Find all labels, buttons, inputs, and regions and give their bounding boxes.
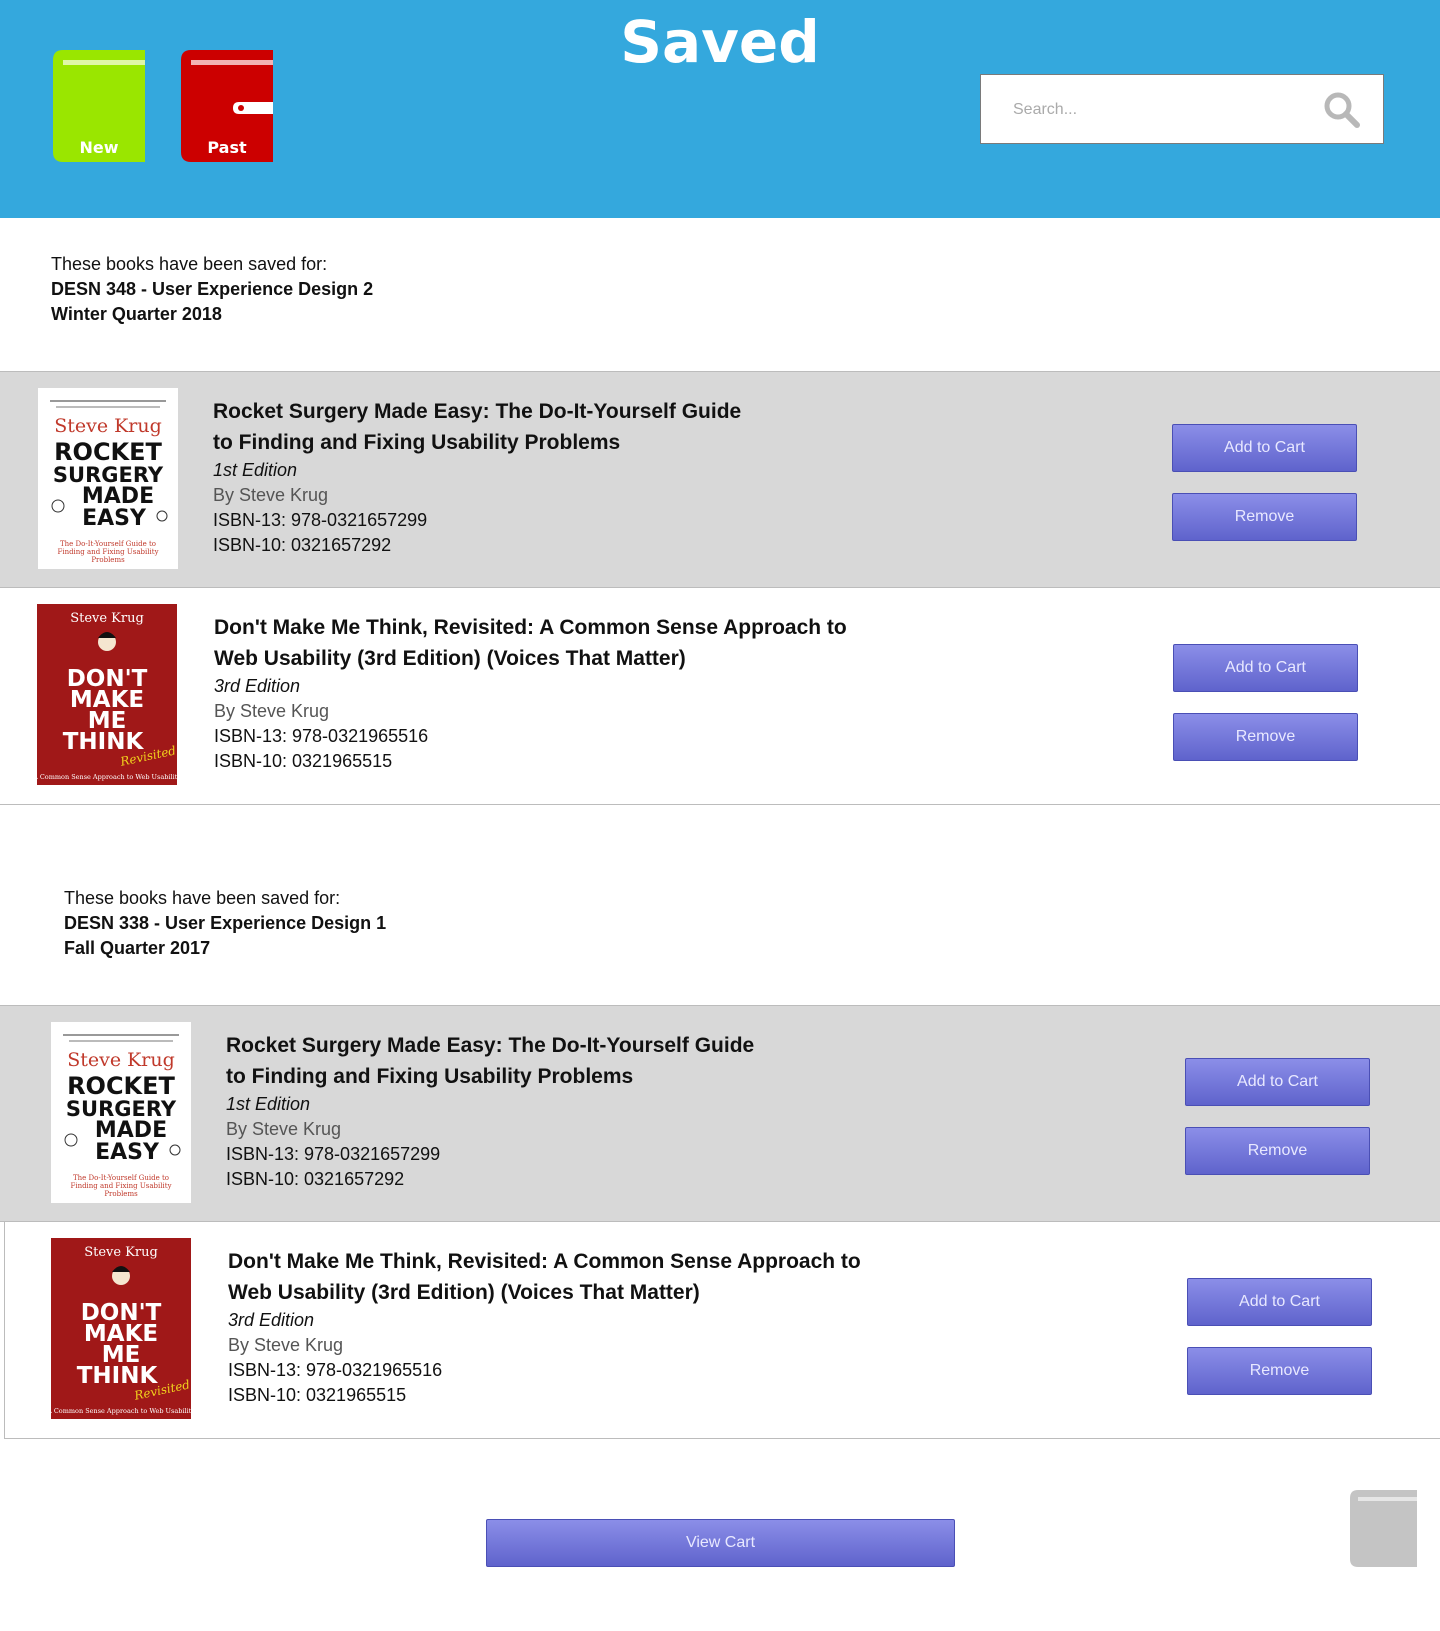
cover-author: Steve Krug [70,611,144,626]
book-edition: 1st Edition [226,1094,311,1114]
section-intro: These books have been saved for: DESN 33… [64,886,386,961]
course-name: DESN 348 - User Experience Design 2 [51,279,374,299]
book-edition: 1st Edition [213,460,298,480]
add-to-cart-button[interactable]: Add to Cart [1187,1278,1372,1326]
search-box [980,74,1384,144]
cover-line: EASY [95,1140,160,1165]
book-title-cont: Web Usability (3rd Edition) (Voices That… [228,1281,700,1304]
book-info: Rocket Surgery Made Easy: The Do-It-Your… [226,1030,754,1192]
section-intro-text: These books have been saved for: [51,254,328,274]
course-term: Winter Quarter 2018 [51,304,222,324]
book-title: Don't Make Me Think, Revisited: A Common… [228,1250,861,1273]
remove-button[interactable]: Remove [1172,493,1357,541]
add-to-cart-button[interactable]: Add to Cart [1185,1058,1370,1106]
past-books-button[interactable]: Past [181,50,273,162]
book-title-cont: to Finding and Fixing Usability Problems [226,1065,634,1088]
book-cover-rocket-surgery: Steve Krug ROCKET SURGERY MADE EASY The … [38,388,178,569]
book-isbn10: ISBN-10: 0321965515 [228,1385,407,1405]
book-title-cont: Web Usability (3rd Edition) (Voices That… [214,647,686,670]
book-author: By Steve Krug [213,485,329,505]
book-isbn13: ISBN-13: 978-0321965516 [228,1360,443,1380]
book-isbn13: ISBN-13: 978-0321965516 [214,726,429,746]
course-name: DESN 338 - User Experience Design 1 [64,913,387,933]
book-isbn10: ISBN-10: 0321965515 [214,751,393,771]
course-term: Fall Quarter 2017 [64,938,211,958]
book-title: Don't Make Me Think, Revisited: A Common… [214,616,847,639]
cover-subtitle: The Do-It-Yourself Guide to Finding and … [57,540,159,564]
cover-author: Steve Krug [84,1245,158,1260]
book-row: Steve Krug DON'T MAKE ME THINK Revisited… [0,588,1440,805]
new-books-label: New [79,138,119,157]
section-intro-text: These books have been saved for: [64,888,341,908]
cover-line: ROCKET [67,1072,175,1100]
book-row: Steve Krug ROCKET SURGERY MADE EASY The … [0,1005,1440,1222]
book-isbn10: ISBN-10: 0321657292 [226,1169,405,1189]
cover-subtitle: A Common Sense Approach to Web Usability [51,1407,191,1415]
cover-line: THINK [77,1363,159,1389]
book-title-cont: to Finding and Fixing Usability Problems [213,431,621,454]
cover-subtitle: A Common Sense Approach to Web Usability [37,773,177,781]
add-to-cart-button[interactable]: Add to Cart [1172,424,1357,472]
cart-book-button[interactable] [1350,1490,1417,1572]
book-cover-dont-make-me-think: Steve Krug DON'T MAKE ME THINK Revisited… [37,604,177,785]
book-title: Rocket Surgery Made Easy: The Do-It-Your… [213,400,742,423]
book-author: By Steve Krug [214,701,330,721]
past-books-label: Past [207,138,247,157]
add-to-cart-button[interactable]: Add to Cart [1173,644,1358,692]
book-edition: 3rd Edition [228,1310,315,1330]
search-input[interactable] [1011,93,1315,127]
book-edition: 3rd Edition [214,676,301,696]
gray-book-icon [1350,1490,1417,1567]
search-icon[interactable] [1323,91,1361,129]
header-bar: Saved New Past [0,0,1440,218]
book-author: By Steve Krug [226,1119,342,1139]
cover-subtitle: The Do-It-Yourself Guide to Finding and … [70,1174,172,1198]
book-info: Don't Make Me Think, Revisited: A Common… [214,612,847,774]
book-isbn10: ISBN-10: 0321657292 [213,535,392,555]
book-row: Steve Krug ROCKET SURGERY MADE EASY The … [0,371,1440,588]
book-cover-dont-make-me-think: Steve Krug DON'T MAKE ME THINK Revisited… [51,1238,191,1419]
book-title: Rocket Surgery Made Easy: The Do-It-Your… [226,1034,755,1057]
book-isbn13: ISBN-13: 978-0321657299 [226,1144,441,1164]
book-info: Don't Make Me Think, Revisited: A Common… [228,1246,861,1408]
cover-author: Steve Krug [54,415,162,437]
remove-button[interactable]: Remove [1187,1347,1372,1395]
remove-button[interactable]: Remove [1173,713,1358,761]
section-intro: These books have been saved for: DESN 34… [51,252,373,327]
book-info: Rocket Surgery Made Easy: The Do-It-Your… [213,396,741,558]
cover-author: Steve Krug [67,1049,175,1071]
new-books-button[interactable]: New [53,50,145,162]
book-isbn13: ISBN-13: 978-0321657299 [213,510,428,530]
cover-line: ROCKET [54,438,162,466]
cover-line: THINK [63,729,145,755]
cover-line: EASY [82,506,147,531]
book-author: By Steve Krug [228,1335,344,1355]
book-cover-rocket-surgery: Steve Krug ROCKET SURGERY MADE EASY The … [51,1022,191,1203]
view-cart-button[interactable]: View Cart [486,1519,955,1567]
remove-button[interactable]: Remove [1185,1127,1370,1175]
book-row: Steve Krug DON'T MAKE ME THINK Revisited… [4,1222,1440,1439]
